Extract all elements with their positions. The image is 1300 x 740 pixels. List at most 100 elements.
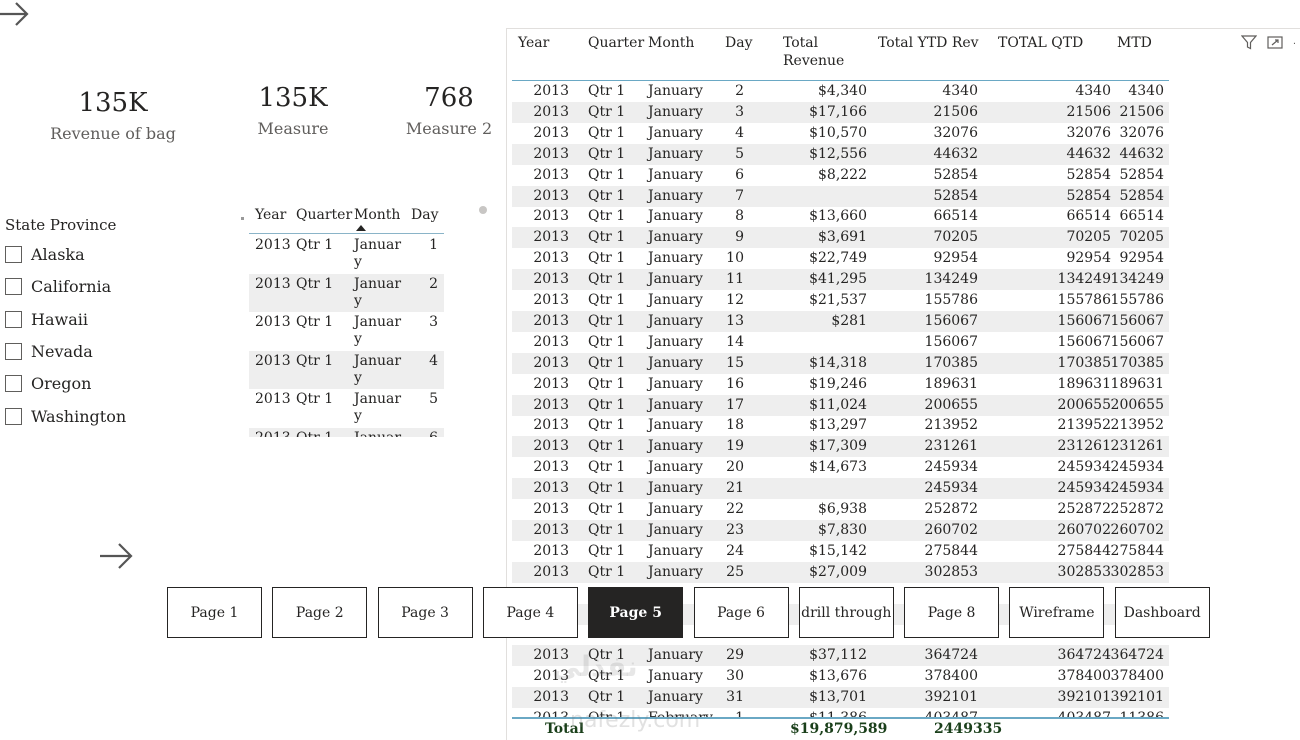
column-header-mtd[interactable]: MTD: [1117, 34, 1152, 52]
page-nav-button-page-8[interactable]: Page 8: [904, 587, 1000, 638]
table-row[interactable]: 2013 Qtr 1 January 20 $14,673 245934 245934 245…: [512, 457, 1169, 478]
cell-total-revenue: $17,166: [809, 103, 867, 120]
table-row[interactable]: 2013 Qtr 1 February 1 $11,386 403487 403487 113…: [512, 708, 1169, 717]
checkbox[interactable]: [5, 407, 22, 425]
slicer-item-alaska[interactable]: Alaska: [5, 242, 85, 266]
cell-day: 30: [726, 668, 744, 685]
column-header-year[interactable]: Year: [518, 34, 549, 52]
page-nav-button-drill-through[interactable]: drill through: [798, 587, 894, 638]
cell-mtd: 275844: [1110, 542, 1164, 559]
table-row[interactable]: 2013 Qtr 1 January 29 $37,112 364724 364724 364…: [512, 645, 1169, 667]
cell-year: 2013: [533, 292, 569, 308]
next-arrow-icon[interactable]: [100, 541, 134, 571]
slicer-item-california[interactable]: California: [5, 274, 111, 298]
table-row[interactable]: 2013 Qtr 1 January 30 $13,676 378400 378400 378…: [512, 666, 1169, 687]
column-header-total-revenue[interactable]: Total Revenue: [783, 34, 844, 70]
table-row[interactable]: 2013 Qtr 1 January 15 $14,318 170385 170385 170…: [512, 352, 1169, 374]
column-header-month[interactable]: Month: [648, 34, 694, 52]
cell-total-ytd-rev: 231261: [924, 438, 978, 455]
slicer-item-nevada[interactable]: Nevada: [5, 339, 93, 363]
page-nav-button-page-2[interactable]: Page 2: [272, 587, 368, 638]
table-row[interactable]: 2013 Qtr 1 January 13 $281 156067 156067 156067: [512, 310, 1169, 332]
table-row[interactable]: 2013 Qtr 1 January 3 $17,166 21506 21506 21506: [512, 101, 1169, 123]
cell-year: 2013: [533, 647, 569, 664]
table-row[interactable]: 2013 Qtr 1 January 5 $12,556 44632 44632 44632: [512, 143, 1169, 165]
page-nav-button-page-3[interactable]: Page 3: [377, 587, 473, 638]
more-options-icon[interactable]: ·: [1293, 39, 1296, 50]
table-row[interactable]: 2013 Qtr 1 Januar 5 y: [249, 389, 444, 427]
table-row[interactable]: 2013 Qtr 1 Januar 6: [249, 427, 444, 437]
table-row[interactable]: 2013 Qtr 1 January 23 $7,830 260702 260702 2607…: [512, 519, 1169, 541]
total-ytd: 2449335: [934, 721, 1003, 737]
page-nav-button-page-6[interactable]: Page 6: [693, 587, 789, 638]
column-header-quarter[interactable]: Quarter: [296, 207, 352, 223]
table-row[interactable]: 2013 Qtr 1 January 2 $4,340 4340 4340 4340: [512, 81, 1169, 102]
column-header-day[interactable]: Day: [725, 34, 752, 52]
column-header-month[interactable]: Month: [354, 207, 400, 223]
cell-quarter: Qtr 1: [588, 501, 626, 517]
kpi-value: 768: [424, 83, 474, 113]
cell-total-ytd-rev: 32076: [933, 124, 978, 141]
cell-day: 18: [726, 417, 744, 434]
total-revenue: $19,879,589: [790, 721, 888, 737]
cell-day: 9: [735, 229, 744, 246]
cell-total-qtd: 302853: [1057, 563, 1111, 580]
table-row[interactable]: 2013 Qtr 1 January 18 $13,297 213952 213952 213…: [512, 415, 1169, 436]
table-row[interactable]: 2013 Qtr 1 Januar 2 y: [249, 273, 444, 312]
checkbox[interactable]: [5, 245, 22, 263]
column-header-year[interactable]: Year: [255, 207, 286, 223]
visual-header-icons: ·: [1240, 35, 1296, 54]
slicer-item-oregon[interactable]: Oregon: [5, 371, 91, 395]
table-row[interactable]: 2013 Qtr 1 January 11 $41,295 134249 134249 134…: [512, 269, 1169, 291]
checkbox[interactable]: [5, 277, 22, 295]
table-row[interactable]: 2013 Qtr 1 January 16 $19,246 189631 189631 189…: [512, 374, 1169, 395]
page-nav-button-page-5[interactable]: Page 5: [588, 587, 684, 638]
table-row[interactable]: 2013 Qtr 1 January 12 $21,537 155786 155786 155…: [512, 290, 1169, 311]
focus-mode-icon[interactable]: [1267, 35, 1283, 54]
page-nav-button-wireframe[interactable]: Wireframe: [1009, 587, 1105, 638]
cell-quarter: Qtr 1: [588, 521, 626, 538]
cell-month: January: [648, 187, 703, 204]
cell-day: 7: [735, 187, 744, 204]
page-nav-button-page-1[interactable]: Page 1: [167, 587, 262, 638]
scroll-indicator[interactable]: [479, 206, 487, 214]
page-nav-button-dashboard[interactable]: Dashboard: [1114, 587, 1210, 638]
page-nav-button-page-4[interactable]: Page 4: [482, 587, 578, 638]
cell-total-ytd-rev: 52854: [933, 166, 978, 183]
table-row[interactable]: 2013 Qtr 1 Januar 4 y: [249, 350, 444, 389]
table-row[interactable]: 2013 Qtr 1 Januar 3 y: [249, 312, 444, 350]
table-row[interactable]: 2013 Qtr 1 January 4 $10,570 32076 32076 32076: [512, 123, 1169, 144]
filter-icon[interactable]: [1240, 35, 1258, 54]
column-header-total-qtd[interactable]: TOTAL QTD: [998, 34, 1083, 52]
column-header-quarter[interactable]: Quarter: [588, 34, 644, 52]
cell-year: 2013: [533, 396, 569, 413]
cell-day: 19: [726, 438, 744, 455]
table-row[interactable]: 2013 Qtr 1 January 24 $15,142 275844 275844 275…: [512, 541, 1169, 562]
checkbox[interactable]: [5, 374, 22, 392]
table-row[interactable]: 2013 Qtr 1 January 14 156067 156067 156067: [512, 332, 1169, 353]
checkbox[interactable]: [5, 310, 22, 328]
table-row[interactable]: 2013 Qtr 1 January 19 $17,309 231261 231261 231…: [512, 436, 1169, 458]
table-row[interactable]: 2013 Qtr 1 January 6 $8,222 52854 52854 52854: [512, 165, 1169, 186]
checkbox[interactable]: [5, 342, 22, 360]
table-row[interactable]: 2013 Qtr 1 January 17 $11,024 200655 200655 200…: [512, 394, 1169, 416]
cell-day: 1: [735, 710, 744, 717]
column-header-day[interactable]: Day: [411, 207, 438, 223]
table-row[interactable]: 2013 Qtr 1 January 9 $3,691 70205 70205 70205: [512, 227, 1169, 249]
table-row[interactable]: 2013 Qtr 1 January 25 $27,009 302853 302853 302…: [512, 561, 1169, 583]
cell-year: 2013: [255, 237, 291, 253]
table-row[interactable]: 2013 Qtr 1 Januar 1 y: [249, 235, 444, 273]
column-header-total-ytd-rev[interactable]: Total YTD Rev: [878, 34, 979, 52]
slicer-item-washington[interactable]: Washington: [5, 404, 126, 428]
resize-handle[interactable]: [241, 217, 244, 220]
cell-month: Januar: [354, 352, 402, 369]
table-row[interactable]: 2013 Qtr 1 January 22 $6,938 252872 252872 2528…: [512, 499, 1169, 520]
table-row[interactable]: 2013 Qtr 1 January 10 $22,749 92954 92954 92954: [512, 248, 1169, 269]
table-row[interactable]: 2013 Qtr 1 January 21 245934 245934 245934: [512, 478, 1169, 500]
table-row[interactable]: 2013 Qtr 1 January 7 52854 52854 52854: [512, 185, 1169, 207]
back-arrow-icon[interactable]: [0, 0, 30, 28]
table-row[interactable]: 2013 Qtr 1 January 8 $13,660 66514 66514 66514: [512, 206, 1169, 227]
table-row[interactable]: 2013 Qtr 1 January 31 $13,701 392101 392101 392…: [512, 687, 1169, 709]
slicer-title: State Province: [5, 216, 117, 234]
slicer-item-hawaii[interactable]: Hawaii: [5, 307, 88, 331]
